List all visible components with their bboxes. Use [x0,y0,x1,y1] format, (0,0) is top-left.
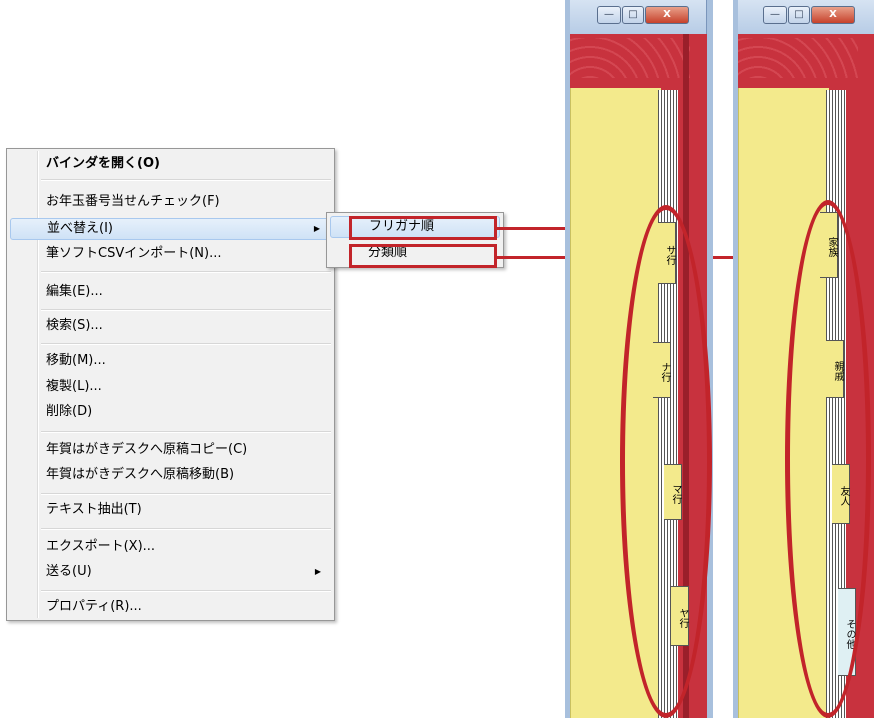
menu-item-send-to[interactable]: 送る(U) ▶ [10,561,331,583]
menu-item-csv-import[interactable]: 筆ソフトCSVインポート(N)... [10,243,331,265]
cover-pattern [570,38,690,78]
menu-separator [41,493,331,495]
title-bar[interactable]: — □ X [565,0,713,34]
menu-item-edit[interactable]: 編集(E)... [10,281,331,303]
menu-item-properties[interactable]: プロパティ(R)... [10,596,331,618]
title-bar[interactable]: — □ X [733,0,874,34]
minimize-button[interactable]: — [597,6,621,24]
highlight-ellipse-left [620,205,712,718]
context-menu: バインダを開く(O) お年玉番号当せんチェック(F) 並べ替え(I) ▶ 筆ソフ… [6,148,335,621]
menu-item-lottery-check[interactable]: お年玉番号当せんチェック(F) [10,191,331,213]
submenu-arrow-icon: ▶ [313,224,320,233]
menu-item-export[interactable]: エクスポート(X)... [10,536,331,558]
minimize-button[interactable]: — [763,6,787,24]
menu-separator [41,343,331,345]
menu-item-search[interactable]: 検索(S)... [10,315,331,337]
menu-item-extract-text[interactable]: テキスト抽出(T) [10,499,331,521]
submenu-arrow-icon: ▶ [314,567,321,576]
close-button[interactable]: X [811,6,855,24]
menu-separator [41,309,331,311]
menu-item-open-binder[interactable]: バインダを開く(O) [10,153,331,175]
highlight-box-category [349,244,497,268]
menu-separator [41,528,331,530]
menu-item-duplicate[interactable]: 複製(L)... [10,376,331,398]
maximize-button[interactable]: □ [622,6,644,24]
close-button[interactable]: X [645,6,689,24]
highlight-ellipse-right [785,200,871,718]
menu-item-send-to-label: 送る(U) [46,564,92,579]
menu-item-copy-to-desk[interactable]: 年賀はがきデスクへ原稿コピー(C) [10,439,331,461]
menu-separator [41,271,331,273]
highlight-box-furigana [349,216,497,240]
menu-item-sort-label: 並べ替え(I) [47,221,113,236]
menu-separator [41,590,331,592]
menu-item-delete[interactable]: 削除(D) [10,401,331,423]
menu-item-sort[interactable]: 並べ替え(I) ▶ [10,218,331,240]
menu-separator [41,431,331,433]
menu-item-move-to-desk[interactable]: 年賀はがきデスクへ原稿移動(B) [10,464,331,486]
menu-item-move[interactable]: 移動(M)... [10,350,331,372]
cover-pattern [738,38,858,78]
menu-separator [41,179,331,181]
maximize-button[interactable]: □ [788,6,810,24]
